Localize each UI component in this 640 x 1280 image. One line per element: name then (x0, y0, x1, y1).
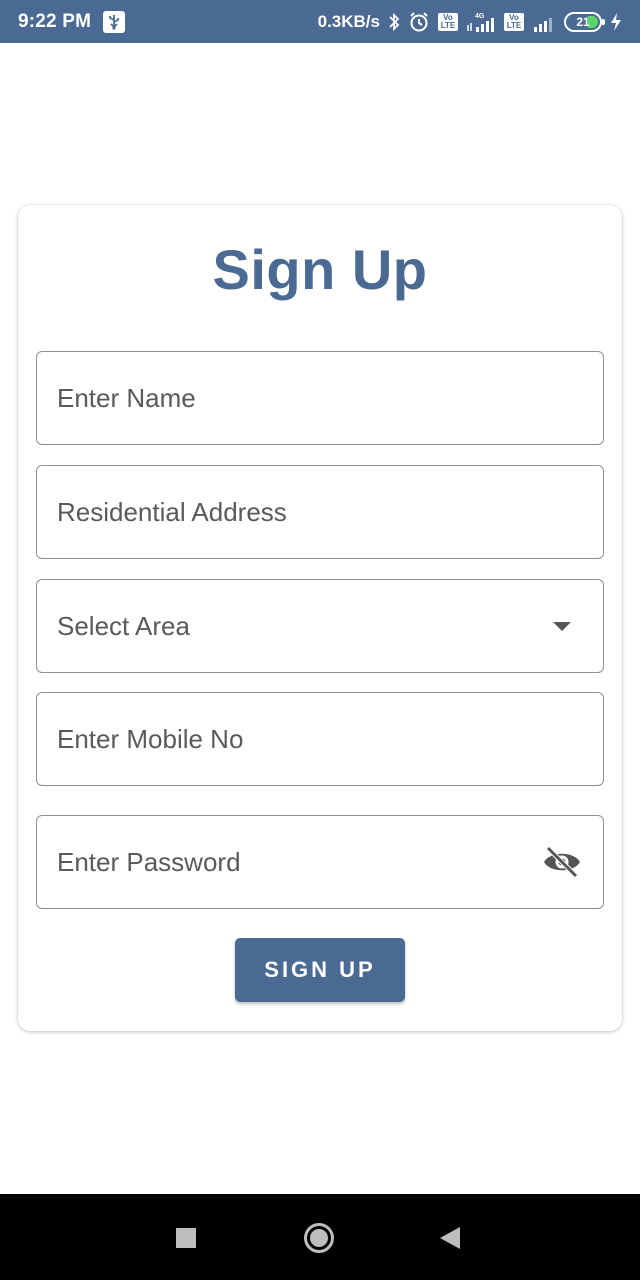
mobile-field[interactable]: Enter Mobile No (36, 692, 604, 786)
password-placeholder: Enter Password (57, 846, 241, 877)
signup-button[interactable]: SIGN UP (235, 938, 405, 1002)
home-circle-icon[interactable] (303, 1222, 335, 1254)
dropdown-arrow-icon[interactable] (553, 621, 571, 631)
signal-icon-2 (532, 11, 556, 33)
battery-percent: 21 (576, 14, 590, 29)
bluetooth-icon (388, 12, 400, 32)
usb-icon (103, 10, 126, 33)
status-bar: 9:22 PM 0.3KB/s Vo LTE 4G Vo LTE 21 (0, 0, 640, 43)
navigation-bar (0, 1194, 640, 1280)
area-placeholder: Select Area (57, 610, 190, 641)
address-field[interactable]: Residential Address (36, 465, 604, 559)
page-title: Sign Up (212, 238, 428, 301)
visibility-off-icon[interactable] (541, 844, 583, 880)
name-placeholder: Enter Name (57, 382, 196, 413)
net-speed: 0.3KB/s (317, 11, 380, 31)
password-field[interactable]: Enter Password (36, 815, 604, 909)
mobile-placeholder: Enter Mobile No (57, 723, 244, 754)
signup-card: Sign Up Enter Name Residential Address S… (18, 205, 622, 1031)
volte-icon-2: Vo LTE (504, 12, 524, 31)
address-placeholder: Residential Address (57, 496, 287, 527)
alarm-icon (408, 11, 430, 33)
status-bar-left: 9:22 PM (18, 10, 126, 33)
back-triangle-icon[interactable] (439, 1227, 461, 1249)
volte-icon: Vo LTE (438, 12, 458, 31)
name-field[interactable]: Enter Name (36, 351, 604, 445)
signal-icon: 4G (466, 11, 496, 33)
network-4g-label: 4G (475, 13, 485, 20)
volte-label-2: Vo LTE (506, 12, 522, 30)
status-time: 9:22 PM (18, 10, 92, 32)
recents-square-icon[interactable] (176, 1228, 196, 1248)
battery-icon: 21 (564, 11, 605, 32)
status-bar-right: 0.3KB/s Vo LTE 4G Vo LTE 21 (318, 11, 622, 33)
charging-icon (610, 12, 622, 32)
volte-label: Vo LTE (440, 12, 456, 30)
area-select[interactable]: Select Area (36, 579, 604, 673)
